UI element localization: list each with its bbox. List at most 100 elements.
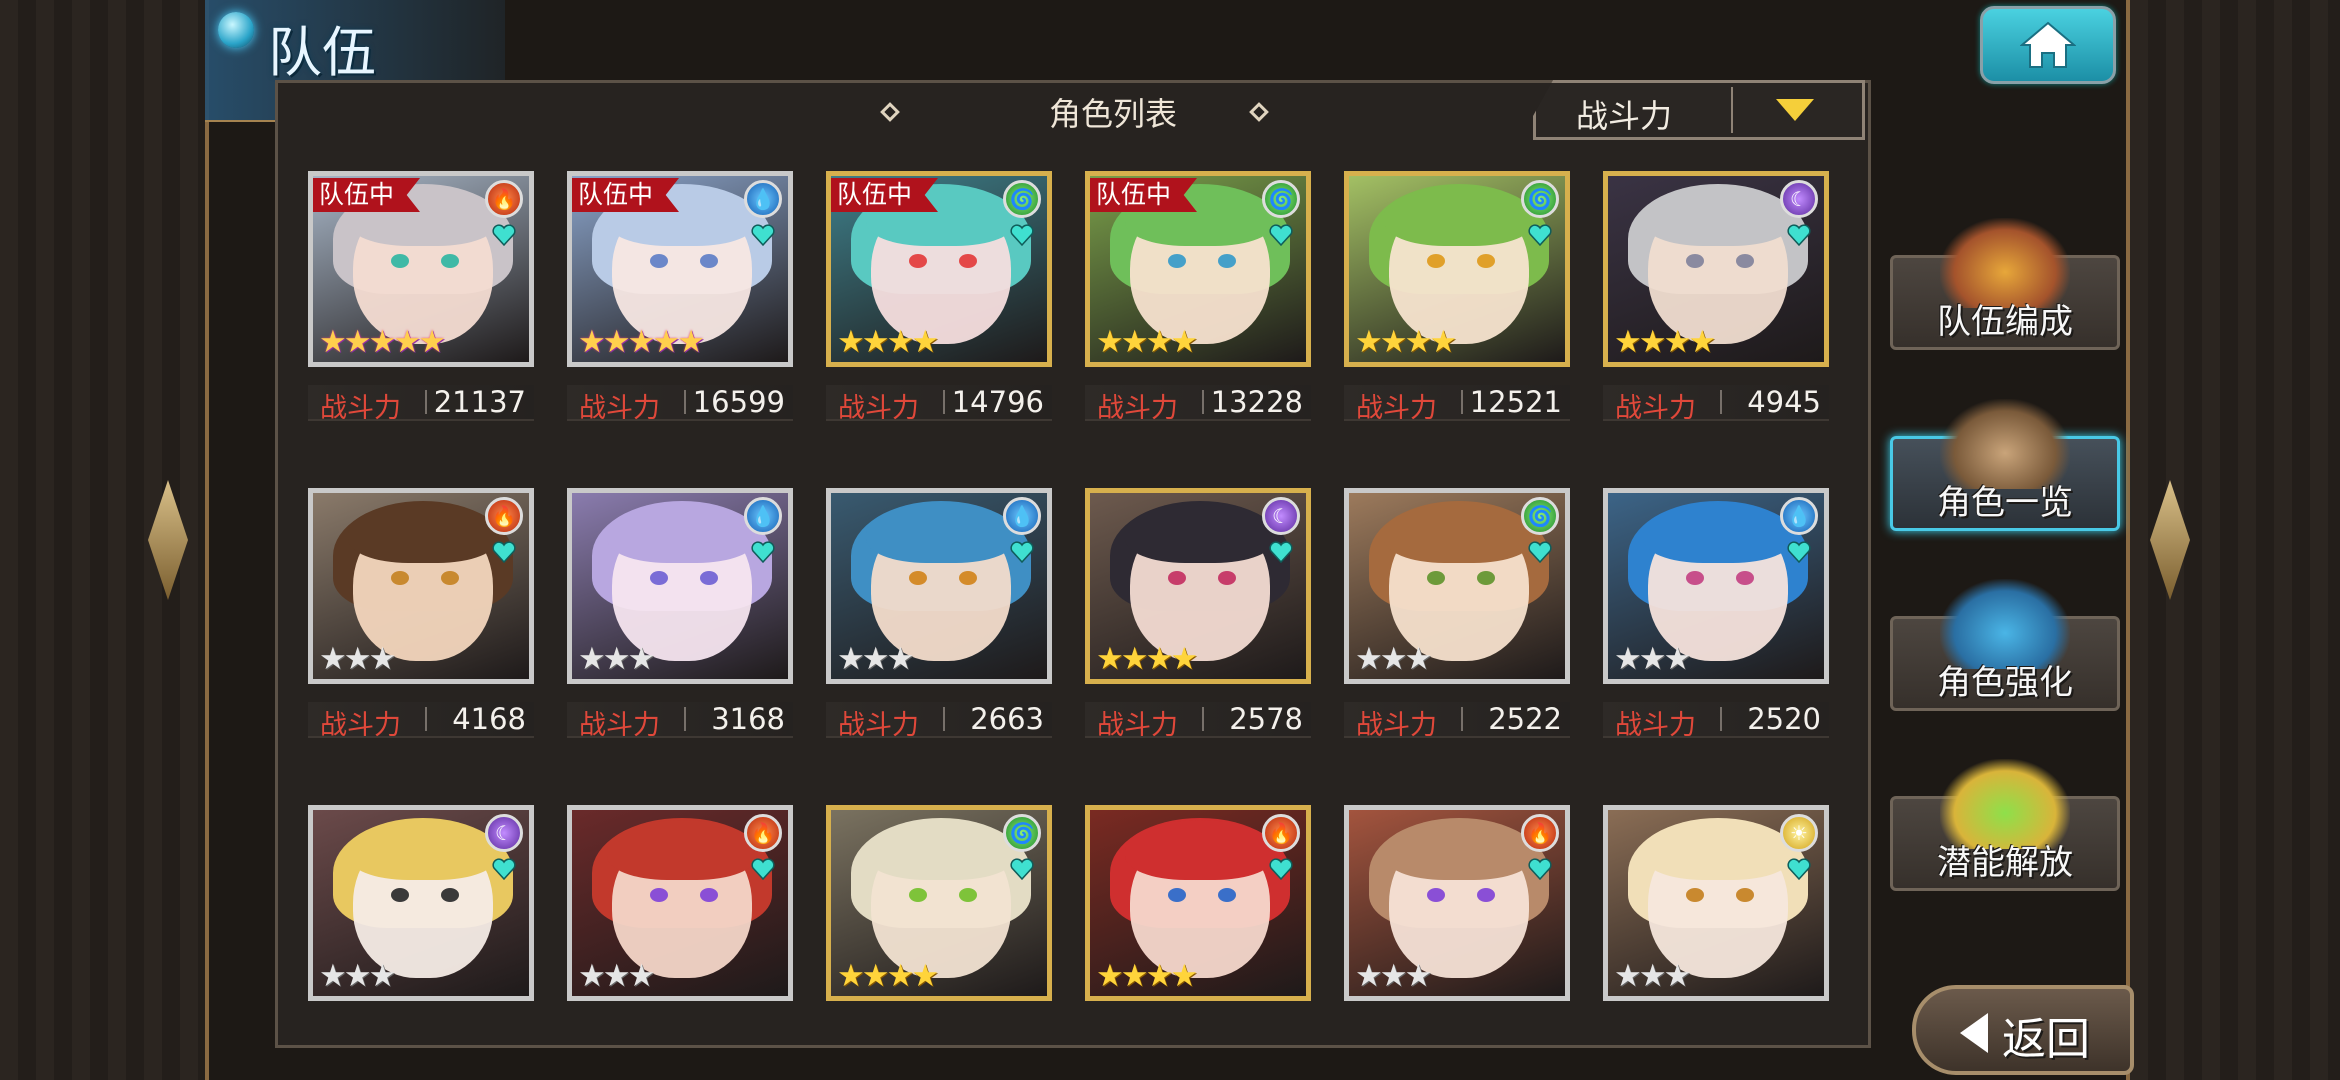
character-card[interactable]: 🌀 ★ ★ ★ ★ <box>826 805 1052 1075</box>
character-card[interactable]: ☾ ★ ★ ★ ★ 战斗力 2578 <box>1085 488 1311 758</box>
character-portrait[interactable]: ☾ ★ ★ ★ ★ <box>1085 488 1311 684</box>
sort-dropdown[interactable]: 战斗力 <box>1533 80 1865 140</box>
character-portrait[interactable]: ☾ ★ ★ ★ ★ <box>1603 171 1829 367</box>
character-art-eye <box>700 571 718 585</box>
character-portrait[interactable]: 🔥 ★ ★ ★ <box>567 805 793 1001</box>
star-icon: ★ <box>1096 324 1124 360</box>
character-card[interactable]: ☾ ★ ★ ★ <box>308 805 534 1075</box>
star-icon: ★ <box>1614 958 1642 994</box>
heart-icon <box>1010 858 1034 880</box>
character-portrait[interactable]: 🌀 ★ ★ ★ ★ <box>826 805 1052 1001</box>
star-icon: ★ <box>1355 324 1383 360</box>
menu-character-enhance-button[interactable]: 角色强化 <box>1890 579 2120 711</box>
character-card[interactable]: 队伍中 🌀 ★ ★ ★ ★ 战斗力 13228 <box>1085 171 1311 441</box>
character-portrait[interactable]: 🌀 ★ ★ ★ <box>1344 488 1570 684</box>
rarity-stars: ★ ★ ★ ★ <box>837 324 939 360</box>
character-art-fringe <box>607 503 757 563</box>
character-portrait[interactable]: ☾ ★ ★ ★ <box>308 805 534 1001</box>
character-card[interactable]: 🔥 ★ ★ ★ <box>567 805 793 1075</box>
character-card[interactable]: ☀ ★ ★ ★ <box>1603 805 1829 1075</box>
star-icon: ★ <box>861 958 890 994</box>
star-icon: ★ <box>837 958 865 994</box>
star-icon: ★ <box>1663 324 1692 360</box>
power-label: 战斗力 <box>320 393 401 424</box>
in-team-badge: 队伍中 <box>831 178 939 212</box>
water-element-icon: 💧 <box>1780 497 1818 535</box>
rarity-stars: ★ ★ ★ <box>1355 641 1432 677</box>
character-portrait[interactable]: 🔥 ★ ★ ★ ★ <box>1085 805 1311 1001</box>
character-portrait[interactable]: 🌀 ★ ★ ★ ★ <box>1344 171 1570 367</box>
character-grid: 队伍中 🔥 ★ ★ ★ ★ ★ 战斗力 21137 队伍中 💧 ★ ★ ★ ★ ★ 战斗力 16599 队伍中 🌀 ★ ★… <box>308 171 1848 1051</box>
heart-icon <box>1528 224 1552 246</box>
character-portrait[interactable]: 队伍中 🔥 ★ ★ ★ ★ ★ <box>308 171 534 367</box>
menu-character-list-label: 角色一览 <box>1937 483 2073 523</box>
star-icon: ★ <box>602 641 631 677</box>
menu-character-list-button[interactable]: 角色一览 <box>1890 399 2120 531</box>
character-card[interactable]: 🔥 ★ ★ ★ 战斗力 4168 <box>308 488 534 758</box>
character-art-eye <box>1168 571 1186 585</box>
character-art-eye <box>1477 571 1495 585</box>
chevron-down-icon[interactable] <box>1776 99 1814 121</box>
star-icon: ★ <box>1170 641 1199 677</box>
home-button[interactable] <box>1980 6 2116 84</box>
character-card[interactable]: 队伍中 💧 ★ ★ ★ ★ ★ 战斗力 16599 <box>567 171 793 441</box>
character-portrait[interactable]: 💧 ★ ★ ★ <box>826 488 1052 684</box>
menu-team-edit-button[interactable]: 队伍编成 <box>1890 218 2120 350</box>
character-portrait[interactable]: 🔥 ★ ★ ★ <box>308 488 534 684</box>
character-card[interactable]: 🌀 ★ ★ ★ ★ 战斗力 12521 <box>1344 171 1570 441</box>
character-card[interactable]: 🔥 ★ ★ ★ ★ <box>1085 805 1311 1075</box>
character-art-eye <box>391 571 409 585</box>
rarity-stars: ★ ★ ★ ★ <box>1355 324 1457 360</box>
rarity-stars: ★ ★ ★ ★ ★ <box>319 324 446 360</box>
character-portrait[interactable]: 队伍中 🌀 ★ ★ ★ ★ <box>1085 171 1311 367</box>
character-card[interactable]: 💧 ★ ★ ★ 战斗力 2663 <box>826 488 1052 758</box>
heart-icon <box>492 541 516 563</box>
character-card[interactable]: 队伍中 🔥 ★ ★ ★ ★ ★ 战斗力 21137 <box>308 171 534 441</box>
power-label: 战斗力 <box>838 393 919 424</box>
rarity-stars: ★ ★ ★ ★ ★ <box>578 326 705 358</box>
rarity-stars: ★ ★ ★ ★ <box>1096 960 1198 992</box>
character-art-eye <box>1427 888 1445 902</box>
star-icon: ★ <box>343 324 372 360</box>
power-divider <box>425 390 427 414</box>
character-card[interactable]: 💧 ★ ★ ★ 战斗力 2520 <box>1603 488 1829 758</box>
character-portrait[interactable]: 队伍中 🌀 ★ ★ ★ ★ <box>826 171 1052 367</box>
menu-potential-unlock-button[interactable]: 潜能解放 <box>1890 759 2120 891</box>
star-icon: ★ <box>1355 958 1383 994</box>
character-card[interactable]: 💧 ★ ★ ★ 战斗力 3168 <box>567 488 793 758</box>
character-art-fringe <box>1643 503 1793 563</box>
character-art-eye <box>1218 254 1236 268</box>
heart-icon <box>1010 541 1034 563</box>
character-art-fringe <box>1125 820 1275 880</box>
screen-title: 队伍 <box>268 21 376 84</box>
star-icon: ★ <box>1404 324 1433 360</box>
character-card[interactable]: 🔥 ★ ★ ★ <box>1344 805 1570 1075</box>
back-button[interactable]: 返回 <box>1912 985 2134 1075</box>
character-art-eye <box>441 888 459 902</box>
power-bar: 战斗力 2663 <box>826 702 1052 741</box>
character-portrait[interactable]: 💧 ★ ★ ★ <box>1603 488 1829 684</box>
star-icon: ★ <box>627 641 656 677</box>
star-icon: ★ <box>1638 641 1667 677</box>
character-art-fringe <box>866 503 1016 563</box>
character-card[interactable]: 队伍中 🌀 ★ ★ ★ ★ 战斗力 14796 <box>826 171 1052 441</box>
star-icon: ★ <box>1120 324 1149 360</box>
character-art-eye <box>1427 571 1445 585</box>
character-portrait[interactable]: 💧 ★ ★ ★ <box>567 488 793 684</box>
character-portrait[interactable]: ☀ ★ ★ ★ <box>1603 805 1829 1001</box>
light-element-icon: ☀ <box>1780 814 1818 852</box>
star-icon: ★ <box>886 324 915 360</box>
power-divider <box>943 707 945 731</box>
character-portrait[interactable]: 队伍中 💧 ★ ★ ★ ★ ★ <box>567 171 793 367</box>
rarity-stars: ★ ★ ★ <box>319 643 396 675</box>
character-card[interactable]: 🌀 ★ ★ ★ 战斗力 2522 <box>1344 488 1570 758</box>
back-label: 返回 <box>2002 1014 2090 1065</box>
power-value: 2522 <box>1488 702 1562 736</box>
character-portrait[interactable]: 🔥 ★ ★ ★ <box>1344 805 1570 1001</box>
star-icon: ★ <box>1379 641 1408 677</box>
star-icon: ★ <box>1638 958 1667 994</box>
character-card[interactable]: ☾ ★ ★ ★ ★ 战斗力 4945 <box>1603 171 1829 441</box>
star-icon: ★ <box>886 641 915 677</box>
character-art-fringe <box>1384 186 1534 246</box>
power-bar: 战斗力 2522 <box>1344 702 1570 741</box>
